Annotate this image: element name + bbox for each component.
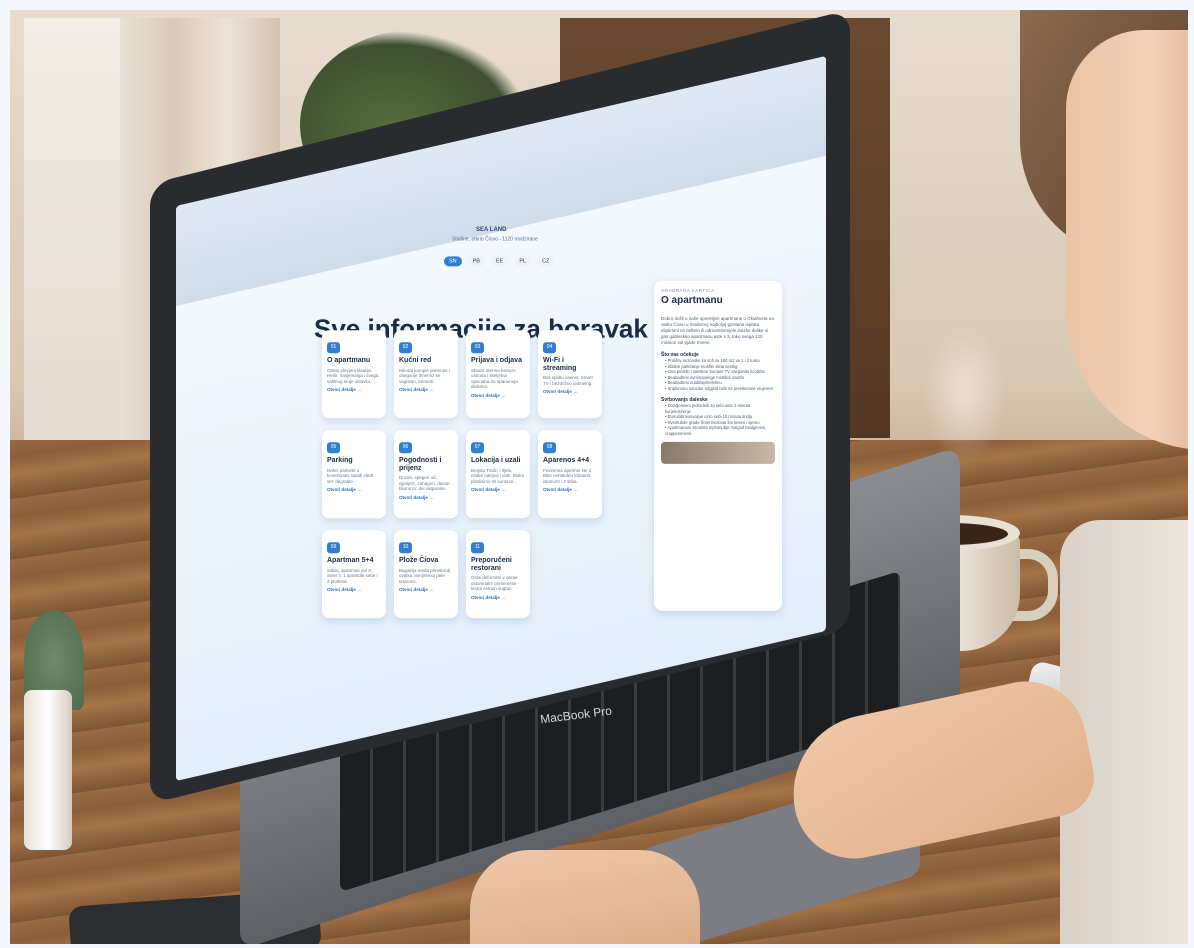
- image-border: [0, 0, 1194, 948]
- photo-scene: MacBook Pro SEA LAND Sladine, otkrio Čio…: [0, 0, 1194, 948]
